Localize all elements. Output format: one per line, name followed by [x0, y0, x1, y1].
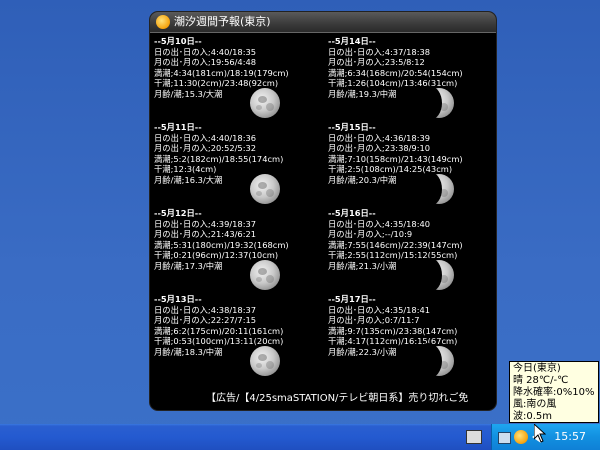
taskbar: 15:57	[0, 424, 600, 450]
weather-tooltip: 今日(東京) 晴 28℃/-℃ 降水確率:0%10% 風:南の風 波:0.5m	[509, 361, 599, 423]
moon-phase-icon	[418, 86, 454, 120]
forecast-age: 月齢/潮;19.3/中潮	[328, 88, 397, 99]
tooltip-line: 波:0.5m	[513, 411, 553, 422]
forecast-sun: 日の出･日の入;4:40/18:35	[154, 46, 257, 57]
forecast-date: --5月10日--	[154, 36, 202, 46]
forecast-low: 干潮;12:3(4cm)	[154, 164, 217, 174]
forecast-high: 満潮;5:2(182cm)/18:55(174cm)	[154, 153, 284, 164]
forecast-high: 満潮;7:55(146cm)/22:39(147cm)	[328, 239, 463, 250]
moon-phase-icon	[250, 260, 280, 290]
moon-phase-icon	[418, 258, 454, 292]
forecast-date: --5月13日--	[154, 294, 202, 304]
forecast-high: 満潮;6:34(168cm)/20:54(154cm)	[328, 67, 463, 78]
forecast-date: --5月14日--	[328, 36, 376, 46]
forecast-high: 満潮;7:10(158cm)/21:43(149cm)	[328, 153, 463, 164]
forecast-day: --5月11日-- 日の出･日の入;4:40/18:36 月の出･月の入;20:52…	[154, 122, 324, 208]
forecast-date: --5月16日--	[328, 208, 376, 218]
forecast-age: 月齢/潮;18.3/中潮	[154, 346, 223, 357]
forecast-day: --5月12日-- 日の出･日の入;4:39/18:37 月の出･月の入;21:43…	[154, 208, 324, 294]
forecast-day: --5月13日-- 日の出･日の入;4:38/18:37 月の出･月の入;22:27…	[154, 294, 324, 380]
forecast-high: 満潮;4:34(181cm)/18:19(179cm)	[154, 67, 289, 78]
forecast-date: --5月17日--	[328, 294, 376, 304]
ad-ticker[interactable]: 【広告/【4/25smaSTATION/テレビ朝日系】売り切れご免	[206, 392, 496, 406]
forecast-day: --5月15日-- 日の出･日の入;4:36/18:39 月の出･月の入;23:38…	[328, 122, 496, 208]
forecast-moon: 月の出･月の入;23:5/8:12	[328, 57, 425, 67]
weather-sun-icon[interactable]	[514, 430, 528, 444]
forecast-low: 干潮;4:17(112cm)/16:15(67cm)	[328, 336, 458, 346]
forecast-low: 干潮;11:30(2cm)/23:48(92cm)	[154, 78, 279, 88]
forecast-sun: 日の出･日の入;4:36/18:39	[328, 132, 431, 143]
forecast-moon: 月の出･月の入;19:56/4:48	[154, 57, 257, 67]
moon-phase-icon	[250, 88, 280, 118]
forecast-moon: 月の出･月の入;0:7/11:7	[328, 315, 420, 325]
forecast-sun: 日の出･日の入;4:38/18:37	[154, 304, 257, 315]
network-icon[interactable]	[498, 432, 511, 444]
widget-titlebar[interactable]: 潮汐週間予報(東京)	[150, 12, 496, 33]
forecast-moon: 月の出･月の入;22:27/7:15	[154, 315, 257, 325]
tooltip-line: 今日(東京)	[513, 363, 561, 374]
forecast-low: 干潮;0:21(96cm)/12:37(10cm)	[154, 250, 279, 260]
forecast-age: 月齢/潮;15.3/大潮	[154, 88, 223, 99]
forecast-high: 満潮;9:7(135cm)/23:38(147cm)	[328, 325, 458, 336]
tooltip-line: 風:南の風	[513, 399, 557, 410]
forecast-high: 満潮;6:2(175cm)/20:11(161cm)	[154, 325, 284, 336]
tooltip-line: 晴 28℃/-℃	[513, 375, 569, 386]
forecast-date: --5月15日--	[328, 122, 376, 132]
keyboard-icon[interactable]	[466, 430, 482, 444]
forecast-sun: 日の出･日の入;4:37/18:38	[328, 46, 431, 57]
clock[interactable]: 15:57	[554, 430, 586, 443]
forecast-sun: 日の出･日の入;4:35/18:40	[328, 218, 431, 229]
forecast-age: 月齢/潮;21.3/小潮	[328, 260, 397, 271]
forecast-low: 干潮;1:26(104cm)/13:46(31cm)	[328, 78, 458, 88]
forecast-day: --5月14日-- 日の出･日の入;4:37/18:38 月の出･月の入;23:5/…	[328, 36, 496, 122]
forecast-moon: 月の出･月の入;--/10:9	[328, 229, 413, 239]
forecast-age: 月齢/潮;22.3/小潮	[328, 346, 397, 357]
forecast-low: 干潮;2:5(108cm)/14:25(43cm)	[328, 164, 453, 174]
moon-phase-icon	[414, 343, 454, 379]
tide-widget: 潮汐週間予報(東京) --5月10日-- 日の出･日の入;4:40/18:35 月の…	[150, 12, 496, 410]
forecast-sun: 日の出･日の入;4:40/18:36	[154, 132, 257, 143]
tooltip-line: 降水確率:0%10%	[513, 387, 595, 398]
mouse-cursor-icon	[534, 424, 546, 443]
forecast-day: --5月10日-- 日の出･日の入;4:40/18:35 月の出･月の入;19:56…	[154, 36, 324, 122]
forecast-low: 干潮;0:53(100cm)/13:11(20cm)	[154, 336, 284, 346]
forecast-day: --5月16日-- 日の出･日の入;4:35/18:40 月の出･月の入;--/10…	[328, 208, 496, 294]
forecast-age: 月齢/潮;16.3/大潮	[154, 174, 223, 185]
moon-phase-icon	[250, 174, 280, 204]
widget-title: 潮汐週間予報(東京)	[174, 15, 271, 28]
forecast-sun: 日の出･日の入;4:39/18:37	[154, 218, 257, 229]
moon-phase-icon	[418, 172, 454, 206]
sun-icon	[156, 15, 170, 29]
forecast-age: 月齢/潮;17.3/中潮	[154, 260, 223, 271]
forecast-low: 干潮;2:55(112cm)/15:12(55cm)	[328, 250, 458, 260]
forecast-sun: 日の出･日の入;4:35/18:41	[328, 304, 431, 315]
forecast-high: 満潮;5:31(180cm)/19:32(168cm)	[154, 239, 289, 250]
forecast-day: --5月17日-- 日の出･日の入;4:35/18:41 月の出･月の入;0:7/1…	[328, 294, 496, 380]
forecast-moon: 月の出･月の入;20:52/5:32	[154, 143, 257, 153]
forecast-date: --5月12日--	[154, 208, 202, 218]
moon-phase-icon	[250, 346, 280, 376]
forecast-date: --5月11日--	[154, 122, 202, 132]
forecast-age: 月齢/潮;20.3/中潮	[328, 174, 397, 185]
forecast-moon: 月の出･月の入;23:38/9:10	[328, 143, 431, 153]
forecast-moon: 月の出･月の入;21:43/6:21	[154, 229, 257, 239]
